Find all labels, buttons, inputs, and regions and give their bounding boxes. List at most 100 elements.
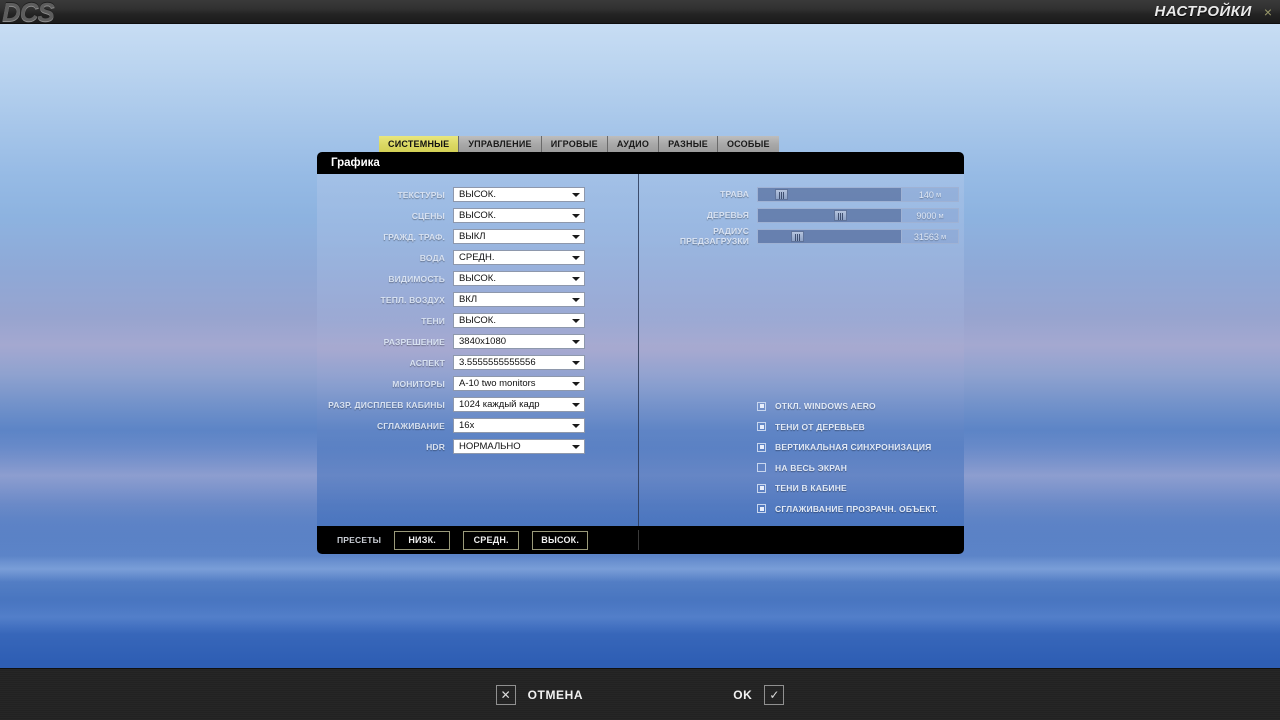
slider-label: РАДИУС ПРЕДЗАГРУЗКИ bbox=[679, 226, 749, 246]
setting-row: ГРАЖД. ТРАФ. ВЫКЛ bbox=[317, 226, 638, 247]
setting-value: 3.5555555555556 bbox=[459, 357, 536, 368]
checkbox-icon[interactable] bbox=[757, 504, 766, 514]
tab-3[interactable]: АУДИО bbox=[607, 136, 660, 152]
chevron-down-icon bbox=[572, 381, 580, 386]
toggle-row[interactable]: ТЕНИ В КАБИНЕ bbox=[757, 478, 938, 499]
slider-value: 31563 м bbox=[902, 229, 959, 244]
graphics-dialog: Графика ТЕКСТУРЫ ВЫСОК. СЦЕНЫ ВЫСОК. ГРАЖД. … bbox=[317, 152, 964, 554]
chevron-down-icon bbox=[572, 192, 580, 197]
toggle-row[interactable]: НА ВЕСЬ ЭКРАН bbox=[757, 458, 938, 479]
cancel-button[interactable]: ✕ ОТМЕНА bbox=[495, 684, 584, 705]
slider-label: ТРАВА bbox=[720, 188, 749, 199]
setting-dropdown[interactable]: ВЫСОК. bbox=[453, 271, 585, 286]
setting-label: ВОДА bbox=[419, 252, 445, 263]
setting-label: ТЕНИ bbox=[421, 315, 445, 326]
chevron-down-icon bbox=[572, 402, 580, 407]
setting-dropdown[interactable]: ВЫСОК. bbox=[453, 208, 585, 223]
setting-label: РАЗР. ДИСПЛЕЕВ КАБИНЫ bbox=[328, 399, 445, 410]
presets-label: ПРЕСЕТЫ bbox=[337, 535, 382, 545]
slider-handle[interactable] bbox=[790, 231, 804, 242]
tab-0[interactable]: СИСТЕМНЫЕ bbox=[379, 136, 460, 152]
tab-2[interactable]: ИГРОВЫЕ bbox=[541, 136, 608, 152]
chevron-down-icon bbox=[572, 339, 580, 344]
chevron-down-icon bbox=[572, 423, 580, 428]
setting-value: ВЫСОК. bbox=[459, 210, 496, 221]
toggle-label: ТЕНИ В КАБИНЕ bbox=[775, 483, 847, 494]
setting-dropdown[interactable]: НОРМАЛЬНО bbox=[453, 439, 585, 454]
toggle-row[interactable]: ОТКЛ. WINDOWS AERO bbox=[757, 396, 938, 417]
setting-dropdown[interactable]: СРЕДН. bbox=[453, 250, 585, 265]
checkbox-icon[interactable] bbox=[757, 463, 766, 473]
graphics-toggle-list: ОТКЛ. WINDOWS AERO ТЕНИ ОТ ДЕРЕВЬЕВ ВЕРТИК… bbox=[757, 396, 938, 519]
setting-dropdown[interactable]: A-10 two monitors bbox=[453, 376, 585, 391]
checkbox-icon[interactable] bbox=[757, 483, 766, 493]
title-bar: DCS НАСТРОЙКИ × bbox=[0, 0, 1280, 24]
checkbox-icon[interactable] bbox=[757, 442, 766, 452]
slider-row: ТРАВА 140 м bbox=[639, 184, 964, 205]
slider-label: ДЕРЕВЬЯ bbox=[706, 209, 749, 220]
dialog-body: ТЕКСТУРЫ ВЫСОК. СЦЕНЫ ВЫСОК. ГРАЖД. ТРАФ. ВЫК… bbox=[317, 174, 964, 526]
toggle-row[interactable]: ТЕНИ ОТ ДЕРЕВЬЕВ bbox=[757, 417, 938, 438]
checkbox-icon[interactable] bbox=[757, 422, 766, 432]
setting-label: ТЕПЛ. ВОЗДУХ bbox=[380, 294, 445, 305]
setting-row: АСПЕКТ 3.5555555555556 bbox=[317, 352, 638, 373]
preset-button-0[interactable]: НИЗК. bbox=[394, 530, 451, 550]
action-bar: ✕ ОТМЕНА OK ✓ bbox=[0, 668, 1280, 720]
setting-row: ТЕКСТУРЫ ВЫСОК. bbox=[317, 184, 638, 205]
slider-track[interactable] bbox=[757, 208, 902, 223]
slider-handle[interactable] bbox=[775, 189, 789, 200]
tab-1[interactable]: УПРАВЛЕНИЕ bbox=[459, 136, 542, 152]
setting-value: СРЕДН. bbox=[459, 252, 495, 263]
slider-value: 140 м bbox=[902, 187, 959, 202]
setting-dropdown[interactable]: 1024 каждый кадр bbox=[453, 397, 585, 412]
setting-dropdown[interactable]: ВЫКЛ bbox=[453, 229, 585, 244]
tab-5[interactable]: ОСОБЫЕ bbox=[717, 136, 779, 152]
setting-label: РАЗРЕШЕНИЕ bbox=[383, 336, 445, 347]
setting-value: 16x bbox=[459, 420, 475, 431]
dialog-title: Графика bbox=[331, 157, 380, 169]
setting-row: МОНИТОРЫ A-10 two monitors bbox=[317, 373, 638, 394]
slider-handle[interactable] bbox=[833, 210, 847, 221]
sea-streak-upper bbox=[0, 556, 1280, 582]
setting-row: ТЕПЛ. ВОЗДУХ ВКЛ bbox=[317, 289, 638, 310]
setting-dropdown[interactable]: 16x bbox=[453, 418, 585, 433]
slider-track[interactable] bbox=[757, 187, 902, 202]
setting-value: НОРМАЛЬНО bbox=[459, 441, 521, 452]
setting-dropdown[interactable]: ВКЛ bbox=[453, 292, 585, 307]
ok-icon: ✓ bbox=[764, 684, 785, 705]
checkbox-icon[interactable] bbox=[757, 401, 766, 411]
slider-track[interactable] bbox=[757, 229, 902, 244]
close-icon[interactable]: × bbox=[1264, 5, 1272, 19]
toggle-label: НА ВЕСЬ ЭКРАН bbox=[775, 462, 848, 473]
chevron-down-icon bbox=[572, 234, 580, 239]
cancel-label: ОТМЕНА bbox=[527, 687, 584, 702]
setting-dropdown[interactable]: ВЫСОК. bbox=[453, 187, 585, 202]
toggle-label: ОТКЛ. WINDOWS AERO bbox=[775, 401, 876, 412]
preset-button-1[interactable]: СРЕДН. bbox=[463, 530, 520, 550]
toggle-row[interactable]: ВЕРТИКАЛЬНАЯ СИНХРОНИЗАЦИЯ bbox=[757, 437, 938, 458]
slider-value: 9000 м bbox=[902, 208, 959, 223]
setting-row: ТЕНИ ВЫСОК. bbox=[317, 310, 638, 331]
setting-value: ВЫСОК. bbox=[459, 273, 496, 284]
setting-row: ВОДА СРЕДН. bbox=[317, 247, 638, 268]
slider-value-number: 31563 bbox=[913, 231, 939, 242]
chevron-down-icon bbox=[572, 276, 580, 281]
sea-streak-lower bbox=[0, 600, 1280, 634]
toggle-label: ТЕНИ ОТ ДЕРЕВЬЕВ bbox=[775, 421, 865, 432]
setting-label: СЦЕНЫ bbox=[411, 210, 445, 221]
chevron-down-icon bbox=[572, 255, 580, 260]
chevron-down-icon bbox=[572, 360, 580, 365]
chevron-down-icon bbox=[572, 297, 580, 302]
setting-dropdown[interactable]: ВЫСОК. bbox=[453, 313, 585, 328]
setting-dropdown[interactable]: 3.5555555555556 bbox=[453, 355, 585, 370]
tab-4[interactable]: РАЗНЫЕ bbox=[659, 136, 718, 152]
setting-label: ТЕКСТУРЫ bbox=[397, 189, 445, 200]
footer-divider bbox=[638, 530, 639, 550]
setting-dropdown[interactable]: 3840x1080 bbox=[453, 334, 585, 349]
cancel-icon: ✕ bbox=[495, 684, 516, 705]
preset-button-2[interactable]: ВЫСОК. bbox=[532, 530, 589, 550]
presets-bar: ПРЕСЕТЫ НИЗК. СРЕДН. ВЫСОК. bbox=[317, 526, 964, 554]
toggle-row[interactable]: СГЛАЖИВАНИЕ ПРОЗРАЧН. ОБЪЕКТ. bbox=[757, 499, 938, 520]
preset-button-group: НИЗК. СРЕДН. ВЫСОК. bbox=[381, 530, 589, 550]
ok-button[interactable]: OK ✓ bbox=[733, 684, 785, 705]
